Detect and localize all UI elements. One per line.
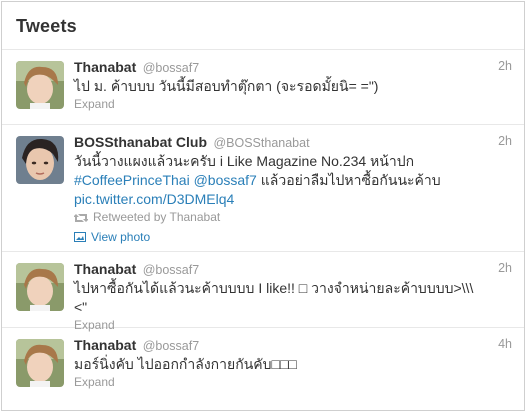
tweet-item[interactable]: Thanabat @bossaf7 2h ไปหาซื้อกันได้แล้วน… bbox=[2, 252, 524, 332]
expand-link[interactable]: Expand bbox=[74, 96, 512, 113]
timeline-title: Tweets bbox=[16, 16, 77, 36]
tweet-header: BOSSthanabat Club @BOSSthanabat bbox=[74, 134, 512, 152]
tweet-text-part: แล้วอย่าลืมไปหาซื้อกันนะค้าบ bbox=[260, 172, 441, 188]
timeline-header: Tweets bbox=[2, 2, 524, 50]
tweets-timeline: Tweets Thanabat @bossaf7 2h ไป ม. ค้าบบบ… bbox=[1, 1, 525, 411]
tweet-timestamp[interactable]: 4h bbox=[498, 337, 512, 351]
view-photo-link[interactable]: View photo bbox=[74, 227, 512, 247]
tweet-author-handle[interactable]: @BOSSthanabat bbox=[213, 136, 309, 150]
view-photo-label[interactable]: View photo bbox=[91, 227, 150, 247]
photo-icon bbox=[74, 232, 86, 242]
tweet-author-name[interactable]: BOSSthanabat Club bbox=[74, 134, 207, 150]
tweet-author-handle[interactable]: @bossaf7 bbox=[143, 61, 199, 75]
tweet-timestamp[interactable]: 2h bbox=[498, 59, 512, 73]
avatar[interactable] bbox=[16, 263, 64, 311]
tweet-text: ไปหาซื้อกันได้แล้วนะค้าบบบบ I like!! □ ว… bbox=[74, 280, 474, 315]
hashtag-link[interactable]: #CoffeePrinceThai bbox=[74, 172, 190, 188]
retweet-context: Retweeted by Thanabat bbox=[74, 209, 512, 226]
avatar[interactable] bbox=[16, 136, 64, 184]
tweet-item[interactable]: BOSSthanabat Club @BOSSthanabat 2h วันนี… bbox=[2, 125, 524, 252]
tweet-text: มอร์นิ่งคับ ไปออกกำลังกายกันคับ□□□ bbox=[74, 356, 297, 372]
tweet-author-name[interactable]: Thanabat bbox=[74, 261, 136, 277]
tweet-timestamp[interactable]: 2h bbox=[498, 261, 512, 275]
tweet-author-handle[interactable]: @bossaf7 bbox=[143, 263, 199, 277]
tweet-header: Thanabat @bossaf7 bbox=[74, 261, 512, 279]
tweet-item[interactable]: Thanabat @bossaf7 2h ไป ม. ค้าบบบ วันนี้… bbox=[2, 50, 524, 125]
tweet-header: Thanabat @bossaf7 bbox=[74, 337, 512, 355]
mention-link[interactable]: @bossaf7 bbox=[194, 172, 257, 188]
avatar[interactable] bbox=[16, 339, 64, 387]
tweet-timestamp[interactable]: 2h bbox=[498, 134, 512, 148]
tweet-header: Thanabat @bossaf7 bbox=[74, 59, 512, 77]
avatar[interactable] bbox=[16, 61, 64, 109]
expand-link[interactable]: Expand bbox=[74, 374, 512, 391]
retweeted-by-text[interactable]: Retweeted by Thanabat bbox=[93, 209, 220, 226]
tweet-text-part: วันนี้วางแผงแล้วนะครับ i Like Magazine N… bbox=[74, 153, 415, 169]
media-link[interactable]: pic.twitter.com/D3DMElq4 bbox=[74, 191, 234, 207]
tweet-author-handle[interactable]: @bossaf7 bbox=[143, 339, 199, 353]
tweet-author-name[interactable]: Thanabat bbox=[74, 59, 136, 75]
tweet-text: วันนี้วางแผงแล้วนะครับ i Like Magazine N… bbox=[74, 152, 512, 209]
retweet-icon bbox=[74, 213, 88, 222]
tweet-author-name[interactable]: Thanabat bbox=[74, 337, 136, 353]
tweet-text: ไป ม. ค้าบบบ วันนี้มีสอบทำตุ๊กตา (จะรอดม… bbox=[74, 78, 379, 94]
tweet-item[interactable]: Thanabat @bossaf7 4h มอร์นิ่งคับ ไปออกกำ… bbox=[2, 328, 524, 402]
